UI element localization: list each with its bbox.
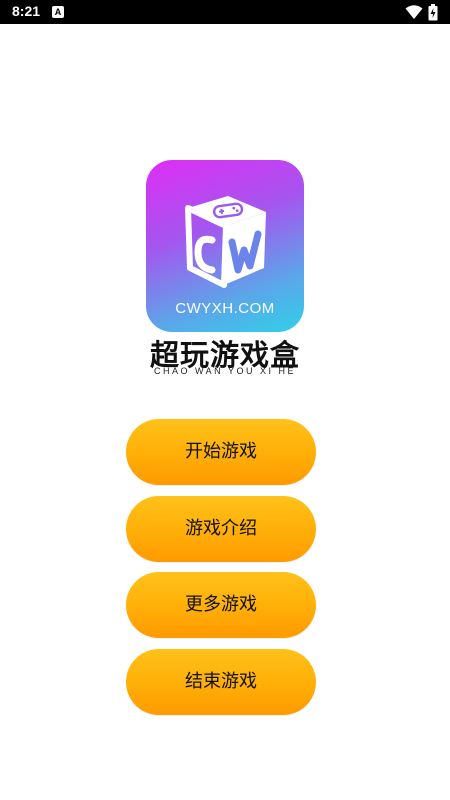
logo-domain-text: CWYXH.COM bbox=[175, 300, 275, 317]
exit-game-button[interactable]: 结束游戏 bbox=[126, 649, 316, 715]
app-logo: CWYXH.COM bbox=[146, 160, 304, 332]
status-bar: 8:21 A bbox=[0, 0, 450, 24]
start-game-button[interactable]: 开始游戏 bbox=[126, 419, 316, 485]
wifi-icon bbox=[405, 5, 423, 19]
notification-a-icon: A bbox=[52, 6, 64, 18]
game-cube-icon bbox=[185, 196, 266, 288]
status-time: 8:21 bbox=[12, 3, 41, 19]
more-games-button[interactable]: 更多游戏 bbox=[126, 572, 316, 638]
battery-icon bbox=[428, 4, 438, 21]
app-subtitle: CHAO WAN YOU XI HE bbox=[153, 366, 296, 376]
game-intro-button[interactable]: 游戏介绍 bbox=[126, 496, 316, 562]
